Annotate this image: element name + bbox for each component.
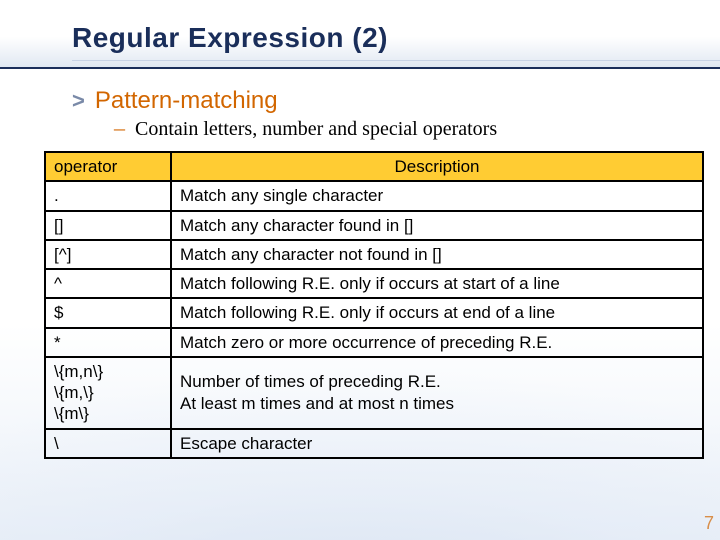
table-header-row: operator Description <box>45 152 703 181</box>
cell-operator: * <box>45 328 171 357</box>
bullet-l2-text: Contain letters, number and special oper… <box>135 118 497 141</box>
bullet-level-1: > Pattern-matching <box>72 87 700 115</box>
cell-description: Number of times of preceding R.E. At lea… <box>171 357 703 429</box>
slide-title: Regular Expression (2) <box>72 22 720 54</box>
table-row: [^] Match any character not found in [] <box>45 240 703 269</box>
header-description: Description <box>171 152 703 181</box>
cell-description: Match following R.E. only if occurs at s… <box>171 269 703 298</box>
table-row: * Match zero or more occurrence of prece… <box>45 328 703 357</box>
table-row: ^ Match following R.E. only if occurs at… <box>45 269 703 298</box>
title-underline-light <box>72 60 720 61</box>
slide-body: > Pattern-matching – Contain letters, nu… <box>0 67 720 459</box>
cell-description: Escape character <box>171 429 703 458</box>
cell-operator: \{m,n\} \{m,\} \{m\} <box>45 357 171 429</box>
bullet-level-2: – Contain letters, number and special op… <box>114 117 700 141</box>
cell-operator: [^] <box>45 240 171 269</box>
cell-description: Match any single character <box>171 181 703 210</box>
operators-table: operator Description . Match any single … <box>44 151 704 459</box>
page-number: 7 <box>704 513 714 534</box>
slide: Regular Expression (2) > Pattern-matchin… <box>0 0 720 540</box>
table-row: \ Escape character <box>45 429 703 458</box>
cell-description: Match zero or more occurrence of precedi… <box>171 328 703 357</box>
cell-operator: ^ <box>45 269 171 298</box>
title-bar: Regular Expression (2) <box>0 0 720 67</box>
table-row: \{m,n\} \{m,\} \{m\} Number of times of … <box>45 357 703 429</box>
title-underline-dark <box>0 67 720 69</box>
cell-description: Match any character found in [] <box>171 211 703 240</box>
cell-operator: [] <box>45 211 171 240</box>
table-row: [] Match any character found in [] <box>45 211 703 240</box>
cell-description: Match following R.E. only if occurs at e… <box>171 298 703 327</box>
table-row: $ Match following R.E. only if occurs at… <box>45 298 703 327</box>
cell-operator: $ <box>45 298 171 327</box>
cell-operator: . <box>45 181 171 210</box>
header-operator: operator <box>45 152 171 181</box>
table-row: . Match any single character <box>45 181 703 210</box>
chevron-icon: > <box>72 90 85 112</box>
cell-operator: \ <box>45 429 171 458</box>
cell-description: Match any character not found in [] <box>171 240 703 269</box>
dash-icon: – <box>114 117 125 139</box>
bullet-l1-text: Pattern-matching <box>95 87 278 115</box>
